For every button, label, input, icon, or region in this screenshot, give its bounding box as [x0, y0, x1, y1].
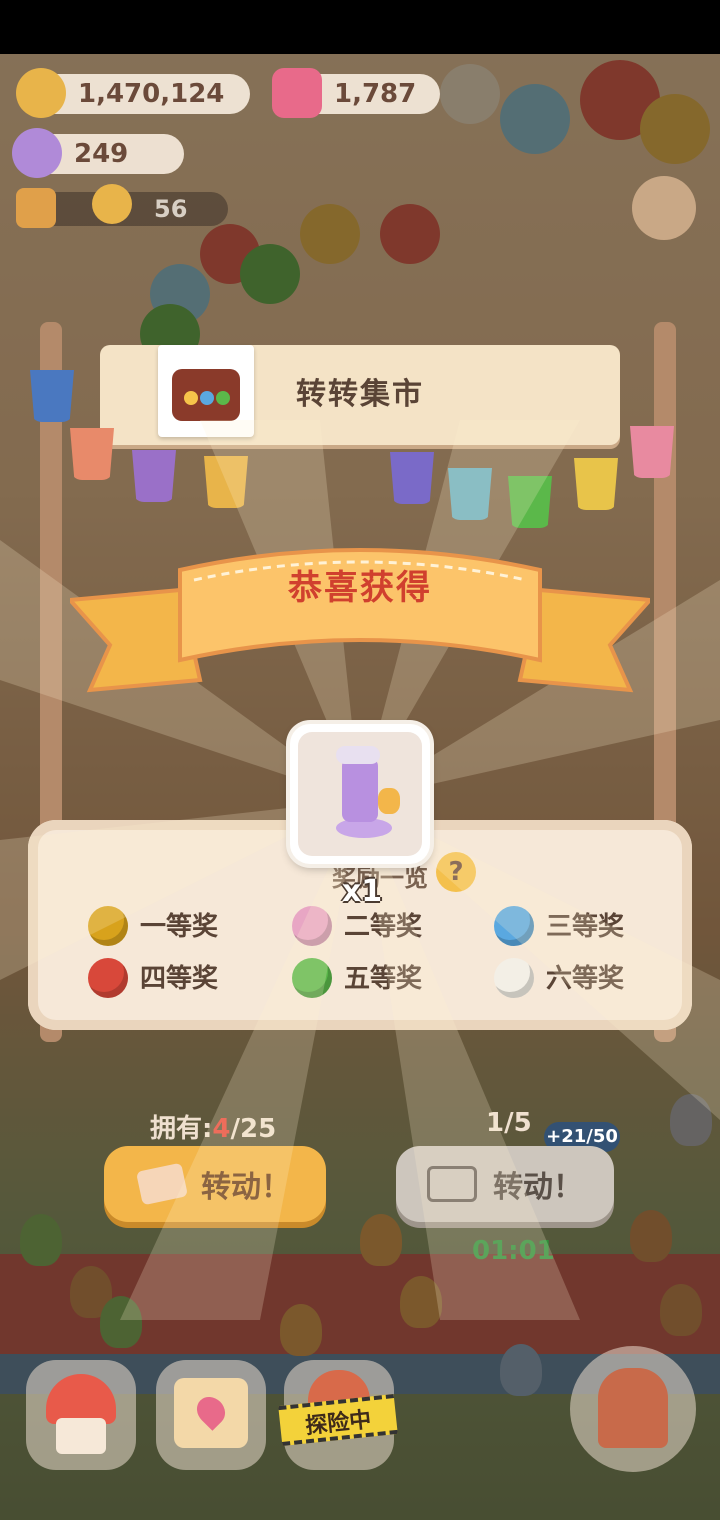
yellow-ball-icon — [88, 906, 128, 946]
spin-video-label: 转动！ — [493, 1170, 583, 1205]
tv-icon — [158, 345, 254, 437]
ticket-icon — [135, 1162, 189, 1206]
candy-icon — [12, 128, 62, 178]
blue-ball-icon — [494, 906, 534, 946]
bunting-flag — [574, 458, 618, 510]
owned-tickets: 拥有:4/25 — [150, 1108, 276, 1145]
bunting-flag — [30, 370, 74, 422]
bunting-flag — [132, 450, 176, 502]
prize-label: 四等奖 — [140, 964, 219, 994]
gem-value: 1,787 — [334, 79, 417, 109]
white-ball-icon — [494, 958, 534, 998]
cat-tower-icon — [298, 732, 422, 856]
hotel-icon — [46, 1374, 116, 1424]
market-nav-button[interactable] — [570, 1346, 696, 1472]
help-icon[interactable]: ? — [436, 852, 476, 892]
owned-label: 拥有: — [150, 1114, 213, 1144]
gem-counter: 1,787 — [272, 68, 440, 118]
hotel-nav-button[interactable] — [26, 1360, 136, 1470]
cookie-icon — [16, 68, 66, 118]
video-cooldown-timer: 01:01 — [472, 1236, 555, 1266]
prize-label: 六等奖 — [546, 964, 625, 994]
pink-ball-icon — [292, 906, 332, 946]
video-spin-count: 1/5 — [486, 1108, 532, 1138]
settings-icon[interactable] — [632, 176, 696, 240]
announcement-bar[interactable]: 56 — [16, 184, 228, 228]
candy-value: 249 — [74, 139, 129, 169]
reward-quantity: x1 — [341, 874, 383, 909]
prize-label: 一等奖 — [140, 912, 219, 942]
bunting-flag — [508, 476, 552, 528]
owned-total: /25 — [230, 1114, 277, 1144]
cookie-counter: 1,470,124 — [16, 68, 250, 118]
megaphone-icon — [16, 188, 56, 228]
bunting-flag — [630, 426, 674, 478]
reward-item-card[interactable] — [290, 724, 430, 864]
diary-nav-button[interactable] — [156, 1360, 266, 1470]
owned-current: 4 — [212, 1114, 231, 1144]
spin-ticket-label: 转动！ — [201, 1170, 291, 1205]
bunting-flag — [390, 452, 434, 504]
spin-with-ticket-button[interactable]: 转动！ — [104, 1146, 326, 1222]
pink-gem-icon — [272, 68, 322, 118]
market-stall-icon — [598, 1368, 668, 1448]
prize-label: 五等奖 — [344, 964, 423, 994]
character-face-icon — [92, 184, 132, 224]
red-ball-icon — [88, 958, 128, 998]
prize-label: 三等奖 — [546, 912, 625, 942]
spin-with-video-button[interactable]: 转动！ — [396, 1146, 614, 1222]
video-icon — [427, 1166, 477, 1202]
green-ball-icon — [292, 958, 332, 998]
bunting-flag — [448, 468, 492, 520]
popup-title: 恭喜获得 — [288, 568, 432, 608]
cookie-value: 1,470,124 — [78, 79, 225, 109]
prize-label: 二等奖 — [344, 912, 423, 942]
bunting-flag — [70, 428, 114, 480]
bunting-flag — [204, 456, 248, 508]
candy-counter: 249 — [12, 128, 184, 178]
announcement-count: 56 — [154, 195, 188, 223]
